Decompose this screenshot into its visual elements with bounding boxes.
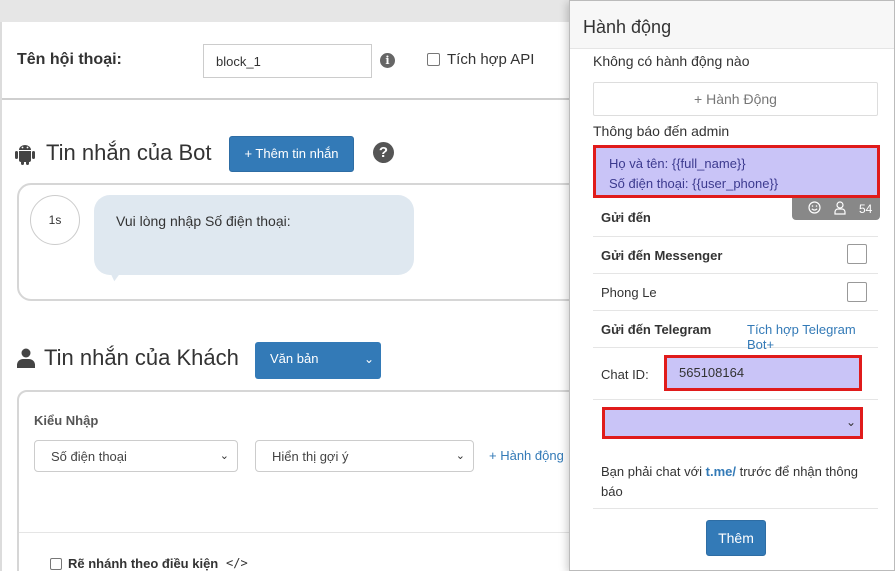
- popover-title: Hành động: [583, 17, 672, 37]
- action-popover: Hành động Không có hành động nào + Hành …: [569, 0, 895, 571]
- no-actions-text: Không có hành động nào: [593, 53, 750, 69]
- user-name-label: Phong Le: [601, 285, 657, 300]
- telegram-row: Gửi đến Telegram Tích hợp Telegram Bot+: [593, 311, 878, 352]
- chevron-down-icon: ⌄: [363, 352, 374, 366]
- help-icon[interactable]: ?: [373, 142, 394, 163]
- add-action-link[interactable]: + Hành động: [489, 448, 564, 463]
- notify-line-name: Họ và tên: {{full_name}}: [609, 156, 746, 171]
- conversation-name-label: Tên hội thoại:: [17, 51, 122, 68]
- user-checkbox[interactable]: [847, 282, 867, 302]
- code-icon[interactable]: </>: [226, 556, 248, 570]
- messenger-row: Gửi đến Messenger: [593, 237, 878, 274]
- send-to-row: Gửi đến: [593, 199, 878, 237]
- chevron-down-icon: ⌄: [455, 450, 465, 462]
- input-kind-label: Kiểu Nhập: [34, 413, 99, 428]
- input-kind-select[interactable]: Số điện thoại ⌄: [34, 440, 238, 472]
- chat-id-input[interactable]: 565108164: [664, 355, 862, 391]
- bot-messages-title: Tin nhắn của Bot: [46, 140, 212, 165]
- note-prefix: Bạn phải chat với: [601, 464, 706, 479]
- branch-checkbox[interactable]: [50, 558, 62, 570]
- user-message-box: [17, 390, 600, 571]
- chat-id-label: Chat ID:: [601, 367, 649, 382]
- messenger-checkbox[interactable]: [847, 244, 867, 264]
- send-to-label: Gửi đến: [601, 210, 651, 225]
- divider: [19, 532, 599, 533]
- hint-value: Hiển thị gợi ý: [272, 449, 349, 464]
- info-icon[interactable]: i: [380, 53, 395, 68]
- message-type-value: Văn bản: [270, 351, 319, 366]
- messenger-label: Gửi đến Messenger: [601, 248, 723, 263]
- telegram-me-link[interactable]: t.me/: [706, 464, 736, 479]
- notify-admin-label: Thông báo đến admin: [593, 123, 730, 139]
- conversation-name-row: Tên hội thoại: block_1 i Tích hợp API: [2, 22, 598, 100]
- add-button[interactable]: Thêm: [706, 520, 766, 556]
- input-kind-value: Số điện thoại: [51, 449, 127, 464]
- chevron-down-icon: ⌄: [845, 415, 856, 429]
- user-icon: [17, 348, 35, 368]
- add-action-button[interactable]: + Hành Động: [593, 82, 878, 116]
- chevron-down-icon: ⌄: [219, 450, 229, 462]
- popover-header: Hành động: [570, 1, 894, 49]
- notify-line-phone: Số điện thoại: {{user_phone}}: [609, 176, 779, 191]
- api-checkbox-label: Tích hợp API: [447, 51, 535, 68]
- notify-admin-textarea[interactable]: Họ và tên: {{full_name}} Số điện thoại: …: [593, 145, 880, 198]
- chat-select[interactable]: ⌄: [602, 407, 863, 439]
- delay-badge[interactable]: 1s: [30, 195, 80, 245]
- android-icon: [15, 145, 35, 165]
- user-messages-title: Tin nhắn của Khách: [44, 345, 239, 370]
- user-row: Phong Le: [593, 274, 878, 311]
- telegram-note: Bạn phải chat với t.me/ trước để nhận th…: [601, 462, 865, 502]
- api-checkbox[interactable]: [427, 53, 440, 66]
- telegram-label: Gửi đến Telegram: [601, 322, 712, 337]
- hint-select[interactable]: Hiển thị gợi ý ⌄: [255, 440, 474, 472]
- bot-message-text: Vui lòng nhập Số điện thoại:: [116, 213, 291, 229]
- bot-message-bubble[interactable]: [94, 195, 414, 275]
- branch-label: Rẽ nhánh theo điều kiện: [68, 556, 219, 571]
- add-message-button[interactable]: + Thêm tin nhắn: [229, 136, 354, 172]
- top-bar: [0, 0, 600, 24]
- chat-id-row: Chat ID: 565108164: [593, 348, 878, 400]
- screen: Tên hội thoại: block_1 i Tích hợp API Ti…: [0, 0, 895, 571]
- message-type-select[interactable]: Văn bản ⌄: [255, 342, 381, 379]
- conversation-name-input[interactable]: block_1: [203, 44, 372, 78]
